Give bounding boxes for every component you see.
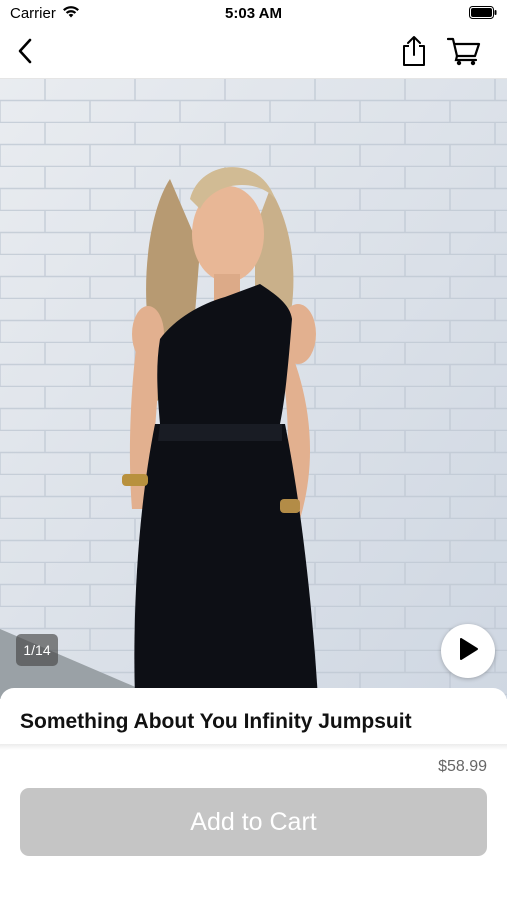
share-button[interactable] <box>397 35 431 72</box>
back-button[interactable] <box>8 36 42 70</box>
cart-icon <box>446 36 481 71</box>
product-image[interactable] <box>0 79 507 699</box>
cart-button[interactable] <box>446 36 481 71</box>
battery-icon <box>469 6 497 23</box>
product-info-sheet: Something About You Infinity Jumpsuit $5… <box>0 688 507 900</box>
status-bar: Carrier 5:03 AM <box>0 0 507 28</box>
divider <box>0 744 507 750</box>
product-price: $58.99 <box>438 758 487 775</box>
image-page-counter: 1/14 <box>16 634 58 666</box>
status-time: 5:03 AM <box>225 5 282 22</box>
play-video-button[interactable] <box>441 624 495 678</box>
share-icon <box>401 35 427 72</box>
play-icon <box>457 637 479 666</box>
chevron-left-icon <box>17 38 33 69</box>
product-title: Something About You Infinity Jumpsuit <box>20 710 412 733</box>
nav-bar <box>0 28 507 79</box>
add-to-cart-button[interactable]: Add to Cart <box>20 788 487 856</box>
